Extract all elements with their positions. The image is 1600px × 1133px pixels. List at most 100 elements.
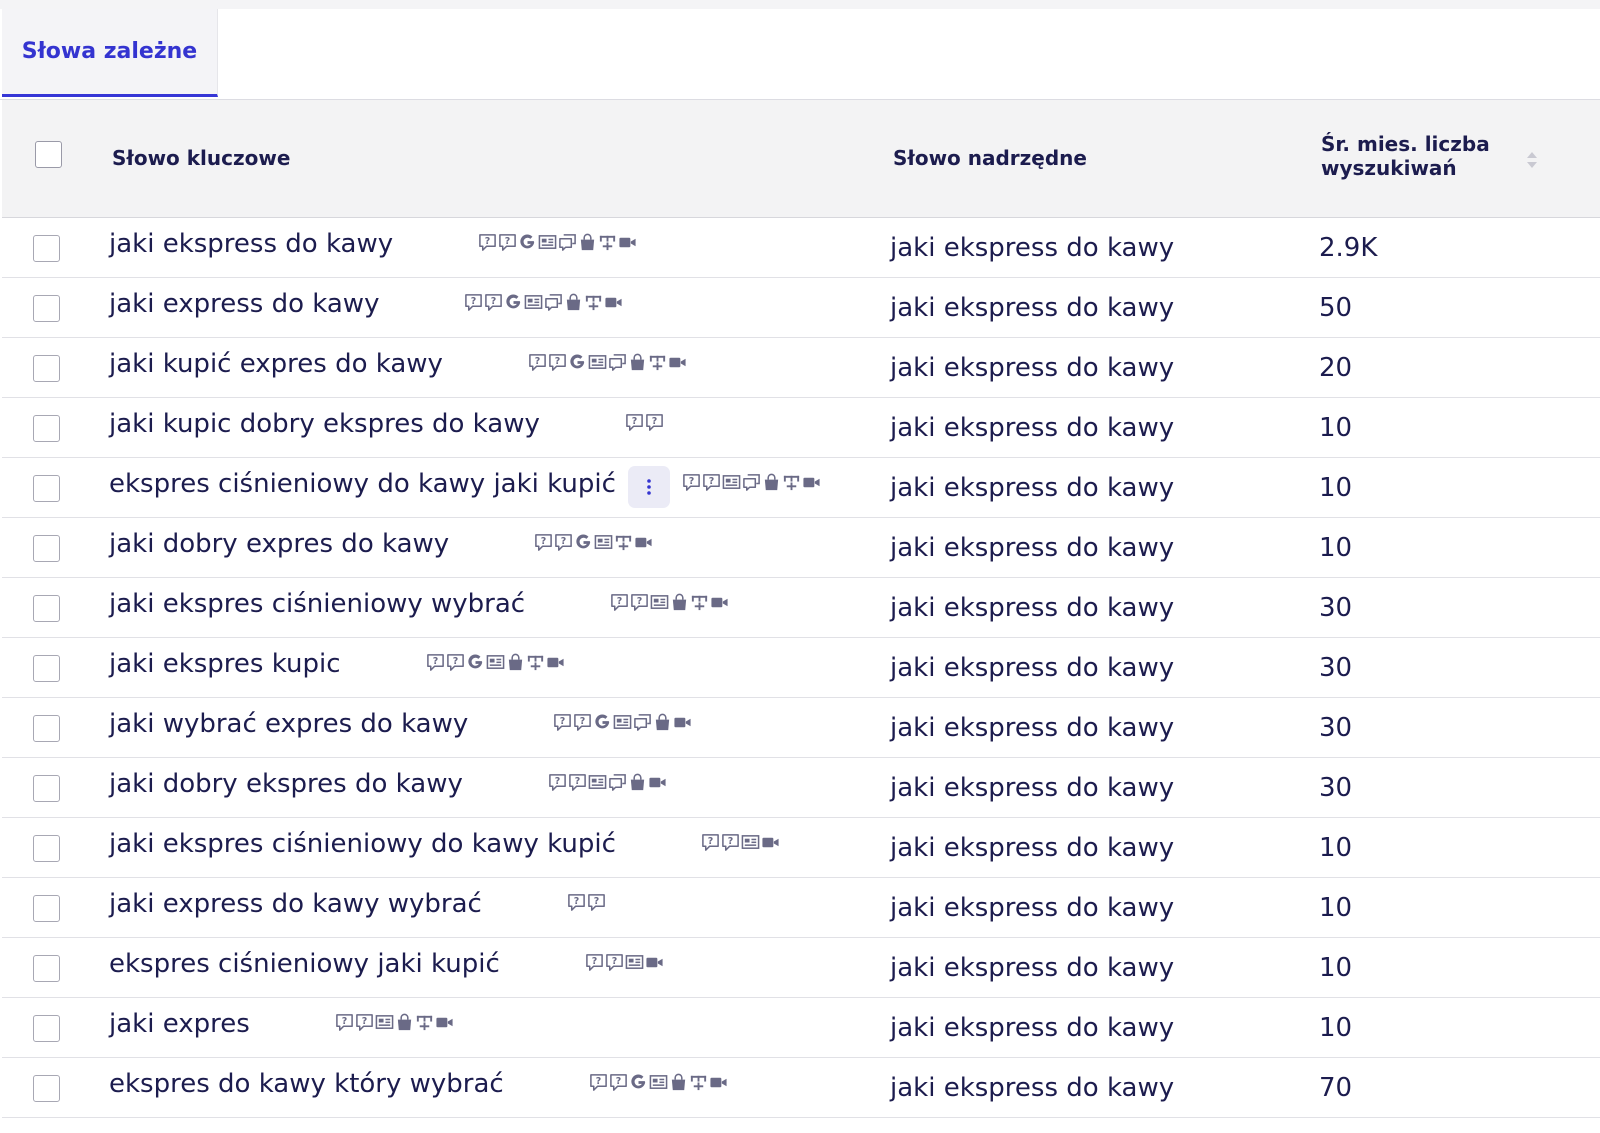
video-camera-icon xyxy=(435,1013,454,1032)
parent-keyword-link[interactable]: jaki ekspress do kawy xyxy=(890,893,1174,923)
parent-keyword-link[interactable]: jaki ekspress do kawy xyxy=(890,533,1174,563)
question-bubble-icon: ? xyxy=(426,653,445,672)
parent-keyword-link[interactable]: jaki ekspress do kawy xyxy=(890,953,1174,983)
video-camera-icon xyxy=(648,773,667,792)
row-checkbox[interactable] xyxy=(33,475,60,502)
row-actions-button[interactable] xyxy=(627,466,670,508)
google-g-icon xyxy=(518,233,537,252)
parent-keyword-link[interactable]: jaki ekspress do kawy xyxy=(890,353,1174,383)
table-row: jaki ekspres ciśnieniowy do kawy kupić??… xyxy=(2,818,1600,878)
featured-snippet-icon xyxy=(613,713,632,732)
svg-text:?: ? xyxy=(471,296,477,307)
parent-keyword-link[interactable]: jaki ekspress do kawy xyxy=(890,713,1174,743)
parent-keyword-link[interactable]: jaki ekspress do kawy xyxy=(890,653,1174,683)
serp-features: ?? xyxy=(528,353,687,372)
shopping-bag-icon xyxy=(395,1013,414,1032)
row-checkbox[interactable] xyxy=(33,415,60,442)
row-checkbox[interactable] xyxy=(33,535,60,562)
sort-icon[interactable] xyxy=(1526,150,1538,170)
search-volume: 50 xyxy=(1319,293,1353,323)
row-checkbox[interactable] xyxy=(33,715,60,742)
featured-snippet-icon xyxy=(625,953,644,972)
keyword-text: jaki ekspres ciśnieniowy wybrać xyxy=(109,589,526,619)
parent-keyword-link[interactable]: jaki ekspress do kawy xyxy=(890,593,1174,623)
svg-text:?: ? xyxy=(560,716,566,727)
column-header-volume-line2: wyszukiwań xyxy=(1321,156,1457,180)
row-checkbox[interactable] xyxy=(33,835,60,862)
parent-keyword-link[interactable]: jaki ekspress do kawy xyxy=(890,1073,1174,1103)
row-checkbox[interactable] xyxy=(33,655,60,682)
row-checkbox[interactable] xyxy=(33,355,60,382)
reviews-bubbles-icon xyxy=(608,773,627,792)
row-checkbox[interactable] xyxy=(33,295,60,322)
parent-keyword-link[interactable]: jaki ekspress do kawy xyxy=(890,773,1174,803)
row-checkbox[interactable] xyxy=(33,775,60,802)
video-camera-icon xyxy=(802,473,821,492)
featured-snippet-icon xyxy=(649,1073,668,1092)
svg-text:?: ? xyxy=(452,656,458,667)
parent-keyword-link[interactable]: jaki ekspress do kawy xyxy=(890,293,1174,323)
keyword-text: jaki wybrać expres do kawy xyxy=(109,709,469,739)
keyword-table-panel: Słowa zależne Słowo kluczowe Słowo nadrz… xyxy=(0,9,1600,1133)
question-bubble-icon: ? xyxy=(610,593,629,612)
table-row: jaki express do kawy wybrać?? jaki ekspre… xyxy=(2,878,1600,938)
shopping-bag-icon xyxy=(578,233,597,252)
svg-text:?: ? xyxy=(595,1076,601,1087)
table-body: jaki ekspress do kawy?? jaki ekspress do … xyxy=(2,218,1600,1118)
parent-keyword-link[interactable]: jaki ekspress do kawy xyxy=(890,413,1174,443)
serp-features: ?? xyxy=(426,653,565,672)
search-volume: 10 xyxy=(1319,1013,1353,1043)
featured-snippet-icon xyxy=(594,533,613,552)
svg-text:?: ? xyxy=(491,296,497,307)
reviews-bubbles-icon xyxy=(742,473,761,492)
parent-keyword-link[interactable]: jaki ekspress do kawy xyxy=(890,233,1174,263)
table-row: jaki dobry ekspres do kawy?? jaki ekspres… xyxy=(2,758,1600,818)
svg-text:?: ? xyxy=(505,236,511,247)
question-bubble-icon: ? xyxy=(609,1073,628,1092)
search-volume: 2.9K xyxy=(1319,233,1378,263)
question-bubble-icon: ? xyxy=(605,953,624,972)
sitelinks-icon xyxy=(782,473,801,492)
row-checkbox[interactable] xyxy=(33,235,60,262)
search-volume: 10 xyxy=(1319,473,1353,503)
question-bubble-icon: ? xyxy=(589,1073,608,1092)
tab-related-keywords[interactable]: Słowa zależne xyxy=(2,9,218,97)
search-volume: 20 xyxy=(1319,353,1353,383)
row-checkbox[interactable] xyxy=(33,595,60,622)
svg-text:?: ? xyxy=(594,896,600,907)
featured-snippet-icon xyxy=(486,653,505,672)
select-all-checkbox[interactable] xyxy=(35,141,62,168)
column-header-keyword[interactable]: Słowo kluczowe xyxy=(112,146,290,170)
search-volume: 10 xyxy=(1319,533,1353,563)
row-checkbox[interactable] xyxy=(33,895,60,922)
svg-text:?: ? xyxy=(728,836,734,847)
question-bubble-icon: ? xyxy=(702,473,721,492)
featured-snippet-icon xyxy=(741,833,760,852)
serp-features: ?? xyxy=(464,293,623,312)
keyword-text: ekspres ciśnieniowy jaki kupić xyxy=(109,949,500,979)
row-checkbox[interactable] xyxy=(33,955,60,982)
row-checkbox[interactable] xyxy=(33,1015,60,1042)
question-bubble-icon: ? xyxy=(528,353,547,372)
column-header-volume[interactable]: Śr. mies. liczba wyszukiwań xyxy=(1321,132,1490,180)
shopping-bag-icon xyxy=(670,593,689,612)
parent-keyword-link[interactable]: jaki ekspress do kawy xyxy=(890,473,1174,503)
question-bubble-icon: ? xyxy=(625,413,644,432)
table-row: jaki ekspres ciśnieniowy wybrać?? jaki ek… xyxy=(2,578,1600,638)
svg-text:?: ? xyxy=(709,476,715,487)
keyword-text: jaki kupić expres do kawy xyxy=(109,349,443,379)
table-row: jaki expres?? jaki ekspress do kawy 10 xyxy=(2,998,1600,1058)
serp-features: ?? xyxy=(548,773,667,792)
svg-text:?: ? xyxy=(689,476,695,487)
search-volume: 10 xyxy=(1319,833,1353,863)
column-header-parent[interactable]: Słowo nadrzędne xyxy=(893,146,1087,170)
keyword-text: ekspres ciśnieniowy do kawy jaki kupić xyxy=(109,469,616,499)
row-checkbox[interactable] xyxy=(33,1075,60,1102)
sitelinks-icon xyxy=(415,1013,434,1032)
keyword-text: jaki express do kawy wybrać xyxy=(109,889,482,919)
parent-keyword-link[interactable]: jaki ekspress do kawy xyxy=(890,1013,1174,1043)
question-bubble-icon: ? xyxy=(355,1013,374,1032)
google-g-icon xyxy=(593,713,612,732)
table-row: ekspres ciśnieniowy do kawy jaki kupić??… xyxy=(2,458,1600,518)
parent-keyword-link[interactable]: jaki ekspress do kawy xyxy=(890,833,1174,863)
